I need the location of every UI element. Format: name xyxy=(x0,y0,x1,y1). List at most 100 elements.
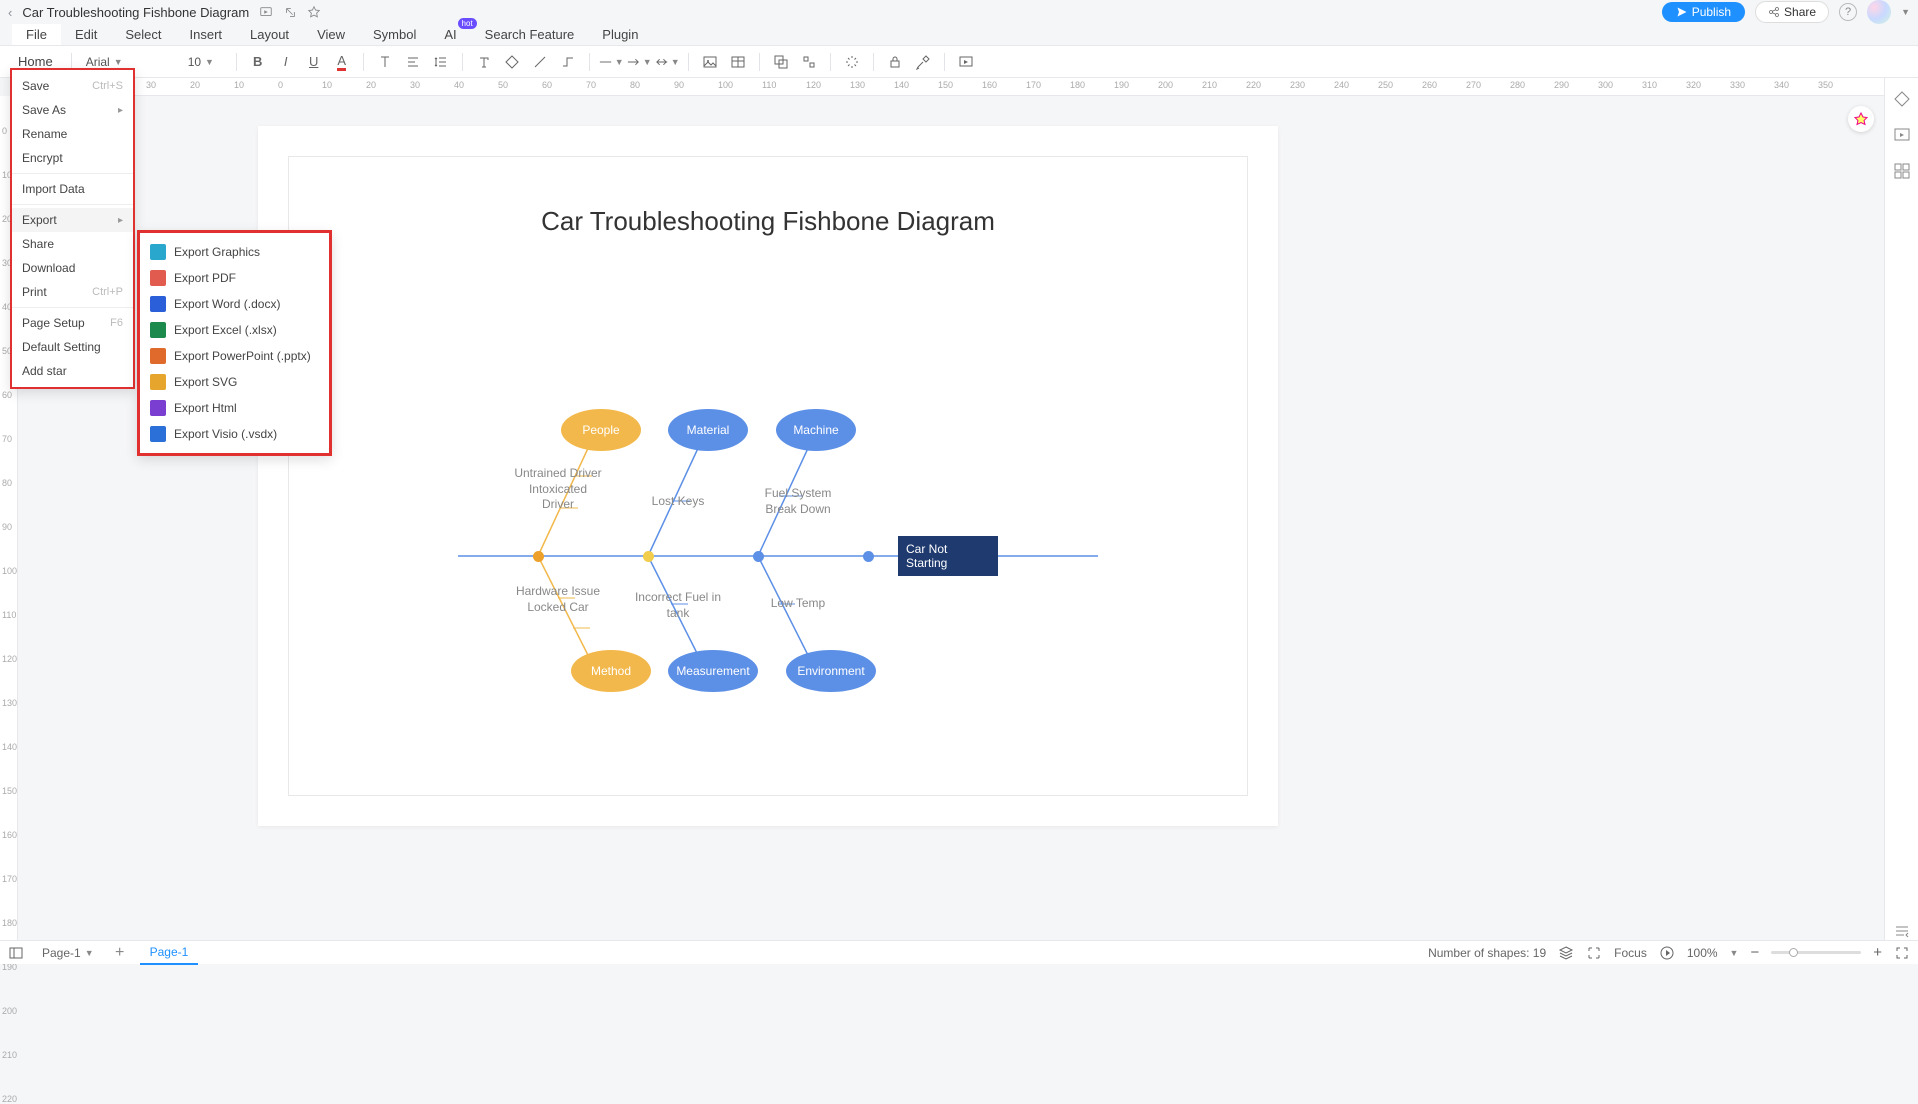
menu-layout[interactable]: Layout xyxy=(236,24,303,45)
export-word[interactable]: Export Word (.docx) xyxy=(140,291,329,317)
arrange-icon[interactable] xyxy=(768,49,794,75)
shapes-panel-icon[interactable] xyxy=(1893,162,1911,180)
line-color-icon[interactable] xyxy=(527,49,553,75)
pages-panel-icon[interactable] xyxy=(8,945,24,961)
menu-select[interactable]: Select xyxy=(111,24,175,45)
file-rename[interactable]: Rename xyxy=(12,122,133,146)
align-icon[interactable] xyxy=(400,49,426,75)
fishbone-lines xyxy=(258,126,1278,826)
page-select[interactable]: Page-1 ▼ xyxy=(36,946,100,960)
present-icon[interactable] xyxy=(259,5,273,19)
export-svg[interactable]: Export SVG xyxy=(140,369,329,395)
file-export[interactable]: Export▸ xyxy=(12,208,133,232)
image-icon[interactable] xyxy=(697,49,723,75)
cat-people[interactable]: People xyxy=(561,409,641,451)
star-icon[interactable] xyxy=(307,5,321,19)
cause-environment: Low Temp xyxy=(753,596,843,612)
shapes-count: Number of shapes: 19 xyxy=(1428,946,1546,960)
layers-icon[interactable] xyxy=(1558,945,1574,961)
italic-icon[interactable]: I xyxy=(273,49,299,75)
file-add-star[interactable]: Add star xyxy=(12,359,133,383)
export-visio[interactable]: Export Visio (.vsdx) xyxy=(140,421,329,447)
home-label[interactable]: Home xyxy=(8,54,63,69)
tools-icon[interactable] xyxy=(910,49,936,75)
group-icon[interactable] xyxy=(796,49,822,75)
file-share[interactable]: Share xyxy=(12,232,133,256)
lock-icon[interactable] xyxy=(882,49,908,75)
arrow-start-icon[interactable]: ▼ xyxy=(626,49,652,75)
preview-icon[interactable] xyxy=(953,49,979,75)
file-download[interactable]: Download xyxy=(12,256,133,280)
menu-view[interactable]: View xyxy=(303,24,359,45)
font-size-select[interactable]: 10 ▼ xyxy=(182,51,228,73)
cause-measurement: Incorrect Fuel in tank xyxy=(633,590,723,621)
arrow-end-icon[interactable]: ▼ xyxy=(654,49,680,75)
share-label: Share xyxy=(1784,5,1816,19)
page-tab-1[interactable]: Page-1 xyxy=(140,941,199,965)
export-ppt[interactable]: Export PowerPoint (.pptx) xyxy=(140,343,329,369)
zoom-slider[interactable] xyxy=(1771,951,1861,954)
menu-ai[interactable]: AI hot xyxy=(430,24,470,45)
file-save-as[interactable]: Save As▸ xyxy=(12,98,133,122)
export-graphics[interactable]: Export Graphics xyxy=(140,239,329,265)
menubar: File Edit Select Insert Layout View Symb… xyxy=(0,24,1918,46)
line-height-icon[interactable] xyxy=(428,49,454,75)
file-dropdown: SaveCtrl+S Save As▸ Rename Encrypt Impor… xyxy=(10,68,135,389)
focus-label[interactable]: Focus xyxy=(1614,946,1647,960)
menu-insert[interactable]: Insert xyxy=(176,24,237,45)
underline-icon[interactable]: U xyxy=(301,49,327,75)
file-default-setting[interactable]: Default Setting xyxy=(12,335,133,359)
toolbar: Home Arial ▼ 10 ▼ B I U A ▼ ▼ ▼ xyxy=(0,46,1918,78)
file-save[interactable]: SaveCtrl+S xyxy=(12,74,133,98)
export-pdf[interactable]: Export PDF xyxy=(140,265,329,291)
cat-environment[interactable]: Environment xyxy=(786,650,876,692)
collapse-panel-icon[interactable] xyxy=(1893,922,1911,940)
connector-icon[interactable] xyxy=(555,49,581,75)
cause-material: Lost Keys xyxy=(638,494,718,510)
file-import-data[interactable]: Import Data xyxy=(12,177,133,201)
file-print[interactable]: PrintCtrl+P xyxy=(12,280,133,304)
publish-button[interactable]: Publish xyxy=(1662,2,1745,22)
bold-icon[interactable]: B xyxy=(245,49,271,75)
cat-measurement[interactable]: Measurement xyxy=(668,650,758,692)
magic-icon[interactable] xyxy=(839,49,865,75)
fullscreen-icon[interactable] xyxy=(1894,945,1910,961)
cat-method[interactable]: Method xyxy=(571,650,651,692)
theme-icon[interactable] xyxy=(1893,90,1911,108)
play-icon[interactable] xyxy=(1659,945,1675,961)
media-panel-icon[interactable] xyxy=(1893,126,1911,144)
file-encrypt[interactable]: Encrypt xyxy=(12,146,133,170)
menu-file[interactable]: File xyxy=(12,24,61,45)
cat-material[interactable]: Material xyxy=(668,409,748,451)
menu-symbol[interactable]: Symbol xyxy=(359,24,430,45)
font-color-icon[interactable]: A xyxy=(329,49,355,75)
open-external-icon[interactable] xyxy=(283,5,297,19)
doc-title: Car Troubleshooting Fishbone Diagram xyxy=(22,5,249,20)
cat-machine[interactable]: Machine xyxy=(776,409,856,451)
table-icon[interactable] xyxy=(725,49,751,75)
avatar-caret-icon[interactable]: ▼ xyxy=(1901,7,1910,17)
export-html[interactable]: Export Html xyxy=(140,395,329,421)
zoom-value[interactable]: 100% xyxy=(1687,946,1718,960)
help-icon[interactable]: ? xyxy=(1839,3,1857,21)
back-icon[interactable]: ‹ xyxy=(8,5,12,20)
menu-edit[interactable]: Edit xyxy=(61,24,111,45)
export-excel[interactable]: Export Excel (.xlsx) xyxy=(140,317,329,343)
fill-color-icon[interactable] xyxy=(499,49,525,75)
line-style-icon[interactable]: ▼ xyxy=(598,49,624,75)
fish-head[interactable]: Car Not Starting xyxy=(898,536,998,576)
zoom-in-icon[interactable]: + xyxy=(1873,944,1882,961)
export-submenu: Export Graphics Export PDF Export Word (… xyxy=(137,230,332,456)
zoom-out-icon[interactable]: − xyxy=(1750,944,1759,961)
focus-target-icon[interactable] xyxy=(1586,945,1602,961)
avatar[interactable] xyxy=(1867,0,1891,24)
menu-search-feature[interactable]: Search Feature xyxy=(471,24,589,45)
add-page-icon[interactable]: + xyxy=(112,945,128,961)
text-orientation-icon[interactable] xyxy=(372,49,398,75)
text-tool-icon[interactable] xyxy=(471,49,497,75)
menu-plugin[interactable]: Plugin xyxy=(588,24,652,45)
canvas[interactable]: Car Troubleshooting Fishbone Diagram xyxy=(18,96,1880,940)
share-button[interactable]: Share xyxy=(1755,1,1829,23)
file-page-setup[interactable]: Page SetupF6 xyxy=(12,311,133,335)
ai-assistant-icon[interactable] xyxy=(1848,106,1874,132)
